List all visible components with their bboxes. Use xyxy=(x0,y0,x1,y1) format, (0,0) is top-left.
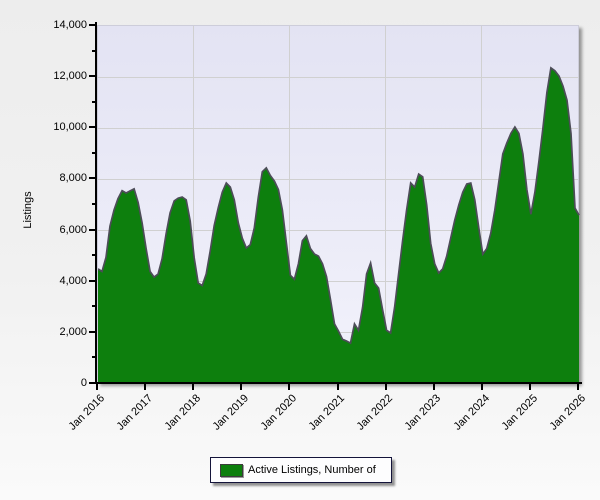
y-tick-label: 12,000 xyxy=(39,71,87,82)
x-tick xyxy=(577,384,579,390)
x-tick xyxy=(192,384,194,390)
y-tick xyxy=(89,126,96,128)
x-tick xyxy=(385,384,387,390)
x-tick xyxy=(529,384,531,390)
x-tick xyxy=(337,384,339,390)
x-tick xyxy=(144,384,146,390)
x-tick xyxy=(481,384,483,390)
x-tick-label: Jan 2023 xyxy=(404,393,444,433)
y-tick xyxy=(89,229,96,231)
y-tick xyxy=(89,75,96,77)
y-tick xyxy=(89,280,96,282)
x-tick-label: Jan 2019 xyxy=(211,393,251,433)
y-tick xyxy=(92,152,96,154)
y-tick xyxy=(92,50,96,52)
x-tick-label: Jan 2024 xyxy=(452,393,492,433)
y-tick-label: 2,000 xyxy=(39,327,87,338)
x-tick-label: Jan 2020 xyxy=(259,393,299,433)
x-tick-label: Jan 2018 xyxy=(163,393,203,433)
active-listings-area-series xyxy=(98,26,580,384)
y-tick xyxy=(89,24,96,26)
y-tick xyxy=(89,177,96,179)
x-tick-label: Jan 2026 xyxy=(548,393,588,433)
area-fill xyxy=(98,68,579,384)
legend: Active Listings, Number of xyxy=(210,457,392,483)
plot-area xyxy=(97,25,579,383)
x-tick-label: Jan 2021 xyxy=(307,393,347,433)
x-axis-line xyxy=(95,382,582,384)
x-tick xyxy=(433,384,435,390)
legend-label: Active Listings, Number of xyxy=(248,464,376,476)
y-tick xyxy=(92,254,96,256)
y-tick-label: 10,000 xyxy=(39,122,87,133)
y-tick-label: 0 xyxy=(39,378,87,389)
y-tick xyxy=(92,203,96,205)
chart-canvas: 02,0004,0006,0008,00010,00012,00014,000 … xyxy=(0,0,600,500)
legend-swatch-icon xyxy=(220,464,243,477)
y-tick xyxy=(92,356,96,358)
y-tick-label: 6,000 xyxy=(39,225,87,236)
y-tick xyxy=(92,101,96,103)
x-tick xyxy=(240,384,242,390)
y-tick xyxy=(92,305,96,307)
x-tick xyxy=(96,384,98,390)
y-tick-label: 14,000 xyxy=(39,20,87,31)
x-tick xyxy=(288,384,290,390)
y-tick xyxy=(89,331,96,333)
y-axis-title: Listings xyxy=(22,190,34,230)
x-tick-label: Jan 2016 xyxy=(67,393,107,433)
y-tick xyxy=(89,382,96,384)
y-tick-label: 8,000 xyxy=(39,173,87,184)
y-tick-label: 4,000 xyxy=(39,276,87,287)
x-tick-label: Jan 2017 xyxy=(115,393,155,433)
x-tick-label: Jan 2022 xyxy=(356,393,396,433)
x-tick-label: Jan 2025 xyxy=(500,393,540,433)
